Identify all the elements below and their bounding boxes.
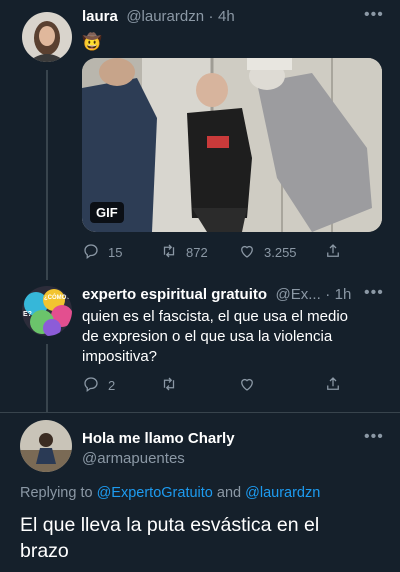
thread-line [46,70,48,280]
tweet-emoji: 🤠 [82,34,102,51]
user-handle[interactable]: @armapuentes [82,450,185,467]
gif-badge: GIF [90,202,124,223]
replying-to: Replying to @ExpertoGratuito and @laurar… [20,485,320,501]
display-name[interactable]: experto espiritual gratuito [82,286,267,303]
reply-button[interactable]: 15 [82,242,160,263]
tweet-text-line: impositiva? [82,348,158,365]
user-handle[interactable]: @Ex... [276,286,321,303]
more-options-icon[interactable]: ••• [364,428,384,446]
more-options-icon[interactable]: ••• [364,284,384,302]
tweet-text-line: quien es el fascista, el que usa el medi… [82,308,348,325]
tweet-actions: 15 872 3.255 [82,242,382,263]
like-button[interactable] [238,375,324,396]
dot-separator: · [208,8,214,25]
like-button[interactable]: 3.255 [238,242,324,263]
tweet-text: El que lleva la puta esvástica en el bra… [20,512,395,564]
mention-link[interactable]: @laurardzn [245,485,320,501]
divider [0,412,400,413]
avatar[interactable] [22,12,72,62]
mention-link[interactable]: @ExpertoGratuito [97,485,213,501]
display-name[interactable]: laura [82,8,118,25]
dot-separator: · [325,286,331,303]
share-button[interactable] [324,242,342,263]
tweet-text-line: de expresion o el que usa la violencia [82,328,333,345]
tweet-header: experto espiritual gratuito @Ex... · 1h [82,286,351,304]
tweet-header: laura @laurardzn · 4h [82,8,235,26]
avatar-text: ¿CÓMO? [44,295,70,301]
user-handle[interactable]: @laurardzn [126,8,204,25]
share-button[interactable] [324,375,342,396]
replying-and: and [216,485,242,501]
heart-icon [238,375,256,396]
replying-to-label: Replying to [20,485,93,501]
reply-button[interactable]: 2 [82,375,160,396]
retweet-count: 872 [186,245,208,260]
reply-icon [82,375,100,396]
share-icon [324,242,342,263]
tweet-text-line: El que lleva la puta esvástica en el [20,514,320,536]
timestamp[interactable]: 4h [218,8,235,25]
reply-count: 15 [108,245,123,260]
reply-count: 2 [108,378,116,393]
tweet-text: quien es el fascista, el que usa el medi… [82,307,382,367]
retweet-icon [160,375,178,396]
avatar-text: E? [23,311,32,318]
timestamp[interactable]: 1h [335,286,352,303]
thread-line [46,344,48,412]
tweet-text-line: brazo [20,540,69,562]
like-count: 3.255 [264,245,297,260]
heart-icon [238,242,256,263]
avatar[interactable] [20,420,72,472]
avatar[interactable]: ¿CÓMO? E? [22,286,72,336]
reply-icon [82,242,100,263]
retweet-icon [160,242,178,263]
retweet-button[interactable] [160,375,238,396]
retweet-button[interactable]: 872 [160,242,238,263]
display-name[interactable]: Hola me llamo Charly [82,430,235,447]
more-options-icon[interactable]: ••• [364,6,384,24]
share-icon [324,375,342,396]
tweet-actions: 2 [82,375,382,396]
media-gif[interactable]: GIF [82,58,382,232]
